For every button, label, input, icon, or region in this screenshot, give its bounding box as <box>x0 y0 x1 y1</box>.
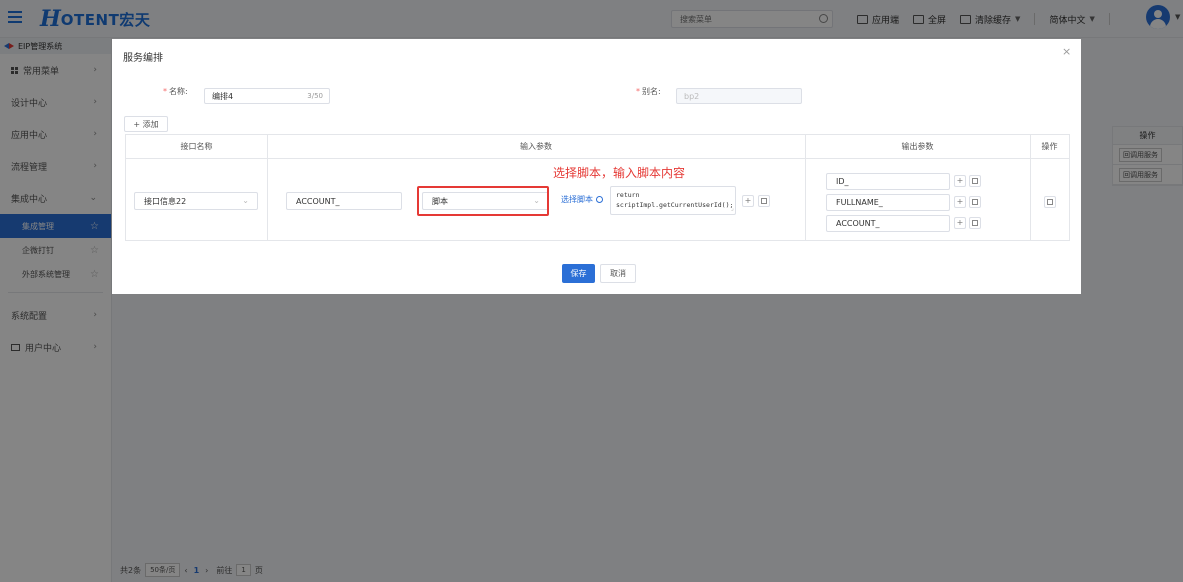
add-param-button[interactable]: + <box>742 195 754 207</box>
output-param-field[interactable]: FULLNAME_ <box>826 194 950 211</box>
dialog-title: 服务编排 <box>123 53 163 64</box>
column-header-input: 输入参数 <box>520 142 552 151</box>
output-param-value: FULLNAME_ <box>836 198 883 207</box>
trash-icon <box>972 220 978 226</box>
delete-param-button[interactable] <box>758 195 770 207</box>
add-output-button[interactable]: + <box>954 217 966 229</box>
alias-value: bp2 <box>684 91 700 101</box>
column-header-output: 输出参数 <box>901 142 934 151</box>
name-value: 编排4 <box>212 91 234 101</box>
script-content-textarea[interactable]: return scriptImpl.getCurrentUserId(); ⌟ <box>610 186 736 215</box>
output-param-value: ID_ <box>836 177 849 186</box>
column-header-interface: 接口名称 <box>180 142 213 151</box>
name-char-count: 3/50 <box>307 92 323 100</box>
cancel-button[interactable]: 取消 <box>600 264 636 283</box>
add-output-button[interactable]: + <box>954 196 966 208</box>
trash-icon <box>972 199 978 205</box>
delete-output-button[interactable] <box>969 217 981 229</box>
output-param-value: ACCOUNT_ <box>836 219 880 228</box>
name-input[interactable]: 编排4 3/50 <box>204 88 330 104</box>
interface-value: 接口信息22 <box>144 196 187 206</box>
chevron-down-icon: ⌄ <box>242 196 249 205</box>
input-param-value: ACCOUNT_ <box>296 196 340 206</box>
annotation-text: 选择脚本，输入脚本内容 <box>553 166 686 180</box>
trash-icon <box>1047 199 1053 205</box>
service-orchestration-dialog: 服务编排 × * 名称: 编排4 3/50 * 别名: bp2 + 添加 接口名称 输… <box>112 39 1081 294</box>
delete-output-button[interactable] <box>969 175 981 187</box>
add-button[interactable]: + 添加 <box>124 116 168 132</box>
script-content-value: return scriptImpl.getCurrentUserId(); <box>616 191 734 209</box>
column-header-action: 操作 <box>1041 142 1058 151</box>
select-script-label: 选择脚本 <box>561 195 593 204</box>
alias-label: * 别名: <box>636 87 661 96</box>
trash-icon <box>972 178 978 184</box>
output-param-field[interactable]: ACCOUNT_ <box>826 215 950 232</box>
output-param-field[interactable]: ID_ <box>826 173 950 190</box>
delete-output-button[interactable] <box>969 196 981 208</box>
input-param-field[interactable]: ACCOUNT_ <box>286 192 402 210</box>
alias-input: bp2 <box>676 88 802 104</box>
select-script-link[interactable]: 选择脚本 <box>561 194 603 205</box>
interface-select[interactable]: 接口信息22 ⌄ <box>134 192 258 210</box>
add-output-button[interactable]: + <box>954 175 966 187</box>
highlight-box <box>417 186 549 216</box>
name-label: * 名称: <box>163 87 188 96</box>
resize-handle-icon[interactable]: ⌟ <box>730 204 734 214</box>
search-icon <box>596 196 603 203</box>
close-icon[interactable]: × <box>1062 45 1071 58</box>
trash-icon <box>761 198 767 204</box>
delete-row-button[interactable] <box>1044 196 1056 208</box>
save-button[interactable]: 保存 <box>562 264 595 283</box>
